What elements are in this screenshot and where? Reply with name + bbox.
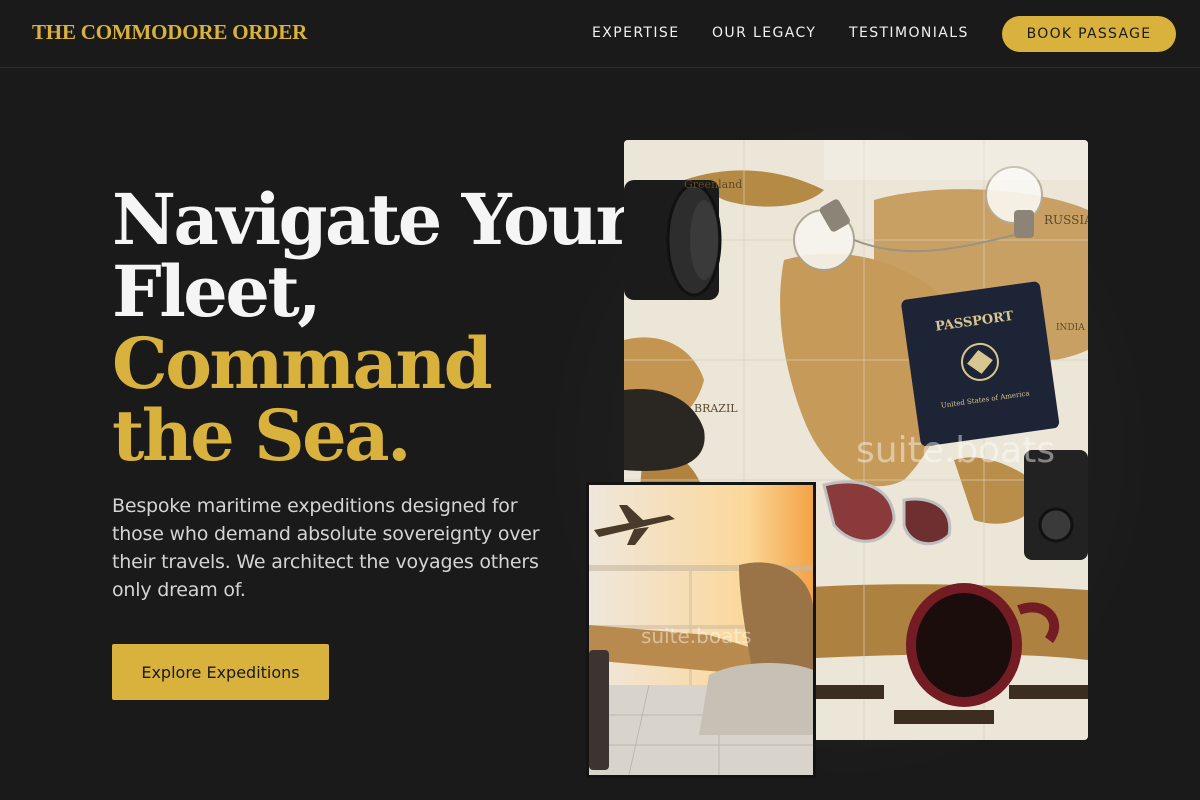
secondary-photo-watermark: suite.boats xyxy=(641,624,752,648)
map-label-india: INDIA xyxy=(1056,323,1085,333)
airport-traveler-photo: suite.boats xyxy=(586,482,816,778)
map-label-brazil: BRAZIL xyxy=(694,402,738,415)
map-label-russia: RUSSIA xyxy=(1044,213,1088,227)
main-photo-watermark: suite.boats xyxy=(856,430,1055,471)
site-header: THE COMMODORE ORDER EXPERTISE OUR LEGACY… xyxy=(0,0,1200,68)
brand-logo[interactable]: THE COMMODORE ORDER xyxy=(32,20,307,45)
nav-link-testimonials[interactable]: TESTIMONIALS xyxy=(849,25,969,41)
map-label-greenland: Greenland xyxy=(684,178,742,191)
nav-link-expertise[interactable]: EXPERTISE xyxy=(592,25,679,41)
headline-line-2: Fleet, xyxy=(112,250,322,333)
nav-link-our-legacy[interactable]: OUR LEGACY xyxy=(712,25,816,41)
headline-line-4: the Sea. xyxy=(112,394,411,477)
headline-line-1: Navigate Your xyxy=(112,178,633,261)
explore-expeditions-button[interactable]: Explore Expeditions xyxy=(112,644,329,700)
airport-traveler-illustration: suite.boats xyxy=(589,485,813,775)
hero-description: Bespoke maritime expeditions designed fo… xyxy=(112,495,540,601)
book-passage-button[interactable]: BOOK PASSAGE xyxy=(1002,16,1176,52)
hero-headline: Navigate Your Fleet, Command the Sea. xyxy=(112,178,633,477)
headline-line-3: Command xyxy=(112,322,493,405)
